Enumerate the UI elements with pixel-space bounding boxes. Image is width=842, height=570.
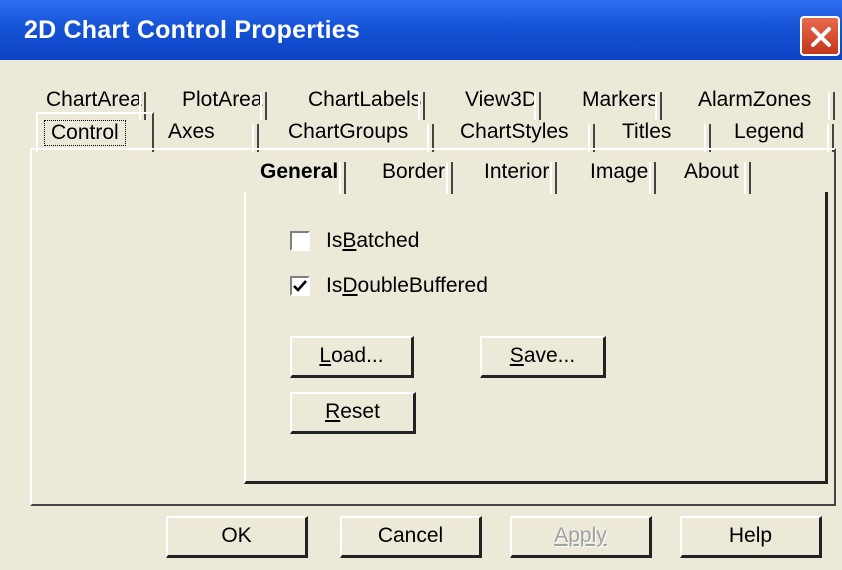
subtab-label: About	[684, 160, 739, 183]
cancel-button[interactable]: Cancel	[340, 516, 482, 558]
isdoublebuffered-checkbox[interactable]	[290, 276, 310, 296]
tab-label: PlotArea	[182, 88, 263, 111]
tab-label: Titles	[622, 120, 672, 143]
tab-axes[interactable]: Axes	[168, 120, 259, 152]
reset-label: Reset	[325, 400, 380, 423]
load-label: Load...	[319, 344, 384, 367]
load-button[interactable]: Load...	[290, 336, 414, 378]
tab-label: ChartGroups	[288, 120, 409, 143]
help-button[interactable]: Help	[680, 516, 822, 558]
tab-plotarea[interactable]: PlotArea	[182, 88, 267, 120]
subtab-label: Interior	[484, 160, 550, 183]
subtab-image[interactable]: Image	[590, 160, 657, 194]
subtab-interior[interactable]: Interior	[484, 160, 558, 194]
apply-label: Apply	[554, 524, 607, 547]
tab-chartstyles[interactable]: ChartStyles	[460, 120, 595, 152]
tab-chartgroups[interactable]: ChartGroups	[288, 120, 435, 152]
tab-chartlabels[interactable]: ChartLabels	[308, 88, 426, 120]
tab-label: ChartStyles	[460, 120, 569, 143]
subtab-general[interactable]: General	[260, 160, 347, 194]
tab-label: Control	[44, 120, 126, 146]
subtab-about[interactable]: About	[684, 160, 751, 194]
tab-label: Axes	[168, 120, 215, 143]
help-label: Help	[728, 524, 773, 547]
tab-label: AlarmZones	[698, 88, 812, 111]
subtab-border[interactable]: Border	[382, 160, 454, 194]
close-icon	[811, 27, 831, 47]
save-label: Save...	[509, 344, 576, 367]
tab-label: ChartArea	[46, 88, 142, 111]
tab-markers[interactable]: Markers	[582, 88, 662, 120]
ok-button[interactable]: OK	[166, 516, 308, 558]
isdoublebuffered-label: IsDoubleBuffered	[326, 274, 488, 297]
save-button[interactable]: Save...	[480, 336, 606, 378]
checkmark-icon	[293, 280, 307, 292]
subtab-label: General	[260, 160, 339, 183]
tab-legend[interactable]: Legend	[734, 120, 835, 152]
isbatched-checkbox[interactable]	[290, 231, 310, 251]
title-bar: 2D Chart Control Properties	[0, 0, 842, 60]
tab-label: Markers	[582, 88, 658, 111]
tab-chartarea[interactable]: ChartArea	[46, 88, 146, 120]
subtab-label: Border	[382, 160, 446, 183]
close-button[interactable]	[800, 16, 840, 56]
tab-label: View3D	[465, 88, 537, 111]
isbatched-label: IsBatched	[326, 229, 420, 252]
tab-alarmzones[interactable]: AlarmZones	[698, 88, 836, 120]
subtab-label: Image	[590, 160, 649, 183]
reset-button[interactable]: Reset	[290, 392, 416, 434]
tab-label: Legend	[734, 120, 805, 143]
ok-label: OK	[221, 524, 252, 547]
tab-control[interactable]: Control	[36, 112, 154, 152]
tab-label: ChartLabels	[308, 88, 422, 111]
tab-view3d[interactable]: View3D	[465, 88, 541, 120]
cancel-label: Cancel	[377, 524, 444, 547]
window-title: 2D Chart Control Properties	[24, 16, 361, 44]
tab-titles[interactable]: Titles	[622, 120, 712, 152]
apply-button[interactable]: Apply	[510, 516, 652, 558]
